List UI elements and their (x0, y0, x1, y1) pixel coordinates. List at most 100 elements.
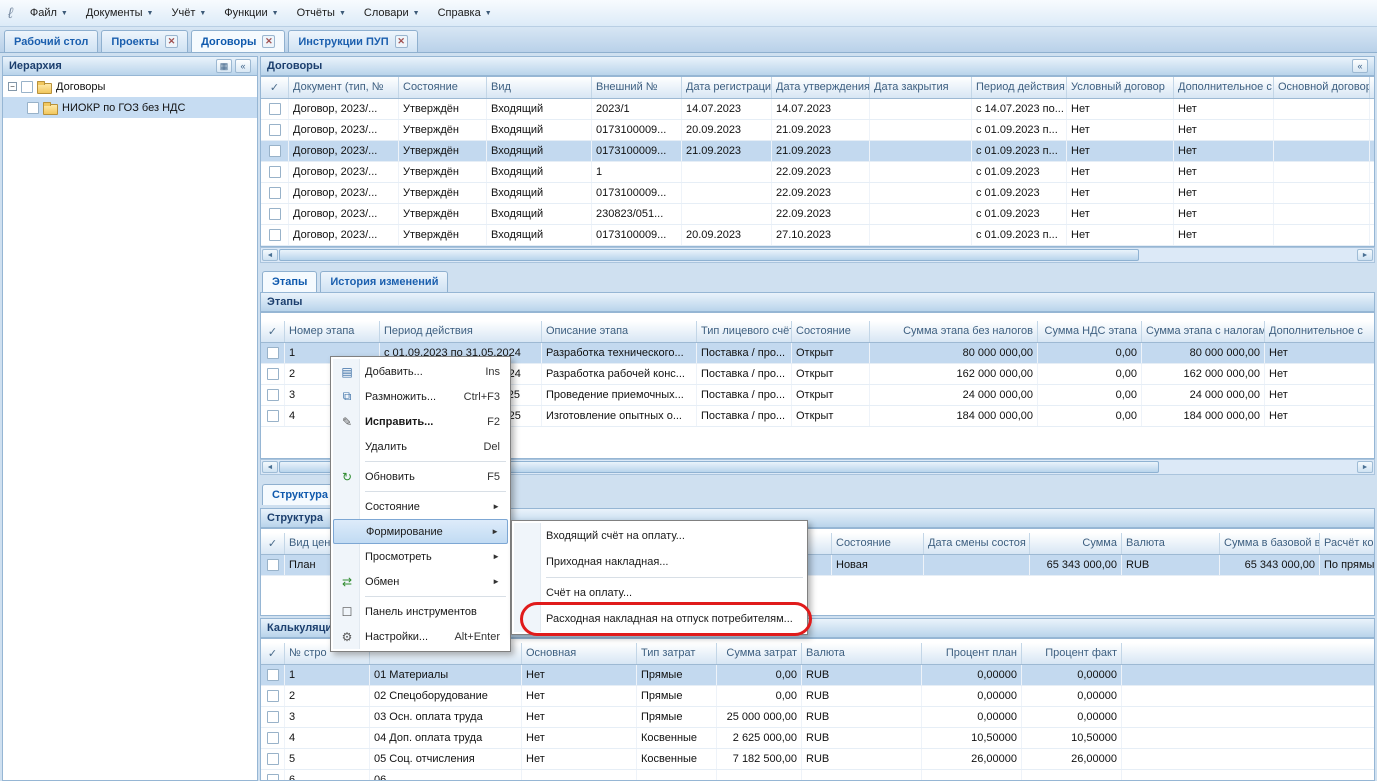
select-all-column-header[interactable]: ✓ (261, 321, 285, 342)
column-header[interactable]: Сумма затрат (717, 643, 802, 664)
table-row[interactable]: 303 Осн. оплата трудаНетПрямые25 000 000… (261, 707, 1374, 728)
column-header[interactable]: Дополнительное с (1174, 77, 1274, 98)
table-row[interactable]: Договор, 2023/...УтверждёнВходящий017310… (261, 183, 1374, 204)
close-tab-icon[interactable]: ✕ (395, 35, 408, 48)
menu-file[interactable]: Файл▼ (21, 3, 77, 23)
table-row[interactable]: 101 МатериалыНетПрямые0,00RUB0,000000,00… (261, 665, 1374, 686)
column-header[interactable]: Вид (487, 77, 592, 98)
column-header[interactable]: Расчёт ко (1320, 533, 1374, 554)
menu-reports[interactable]: Отчёты▼ (288, 3, 355, 23)
menu-dictionaries[interactable]: Словари▼ (355, 3, 429, 23)
row-checkbox[interactable] (261, 749, 285, 769)
checkbox-icon[interactable] (21, 81, 33, 93)
row-checkbox[interactable] (261, 728, 285, 748)
column-header[interactable]: Дата смены состоя (924, 533, 1030, 554)
tree-collapse-icon[interactable]: − (8, 82, 17, 91)
column-header[interactable]: Внешний № (592, 77, 682, 98)
column-header[interactable]: Сумма в базовой в (1220, 533, 1320, 554)
row-checkbox[interactable] (261, 555, 285, 575)
menu-item-add[interactable]: ▤Добавить...Ins (333, 359, 508, 384)
column-header[interactable]: Основная (522, 643, 637, 664)
table-row[interactable]: Договор, 2023/...УтверждёнВходящий017310… (261, 225, 1374, 246)
column-header[interactable]: Документ (тип, № (289, 77, 399, 98)
table-row[interactable]: Договор, 2023/...УтверждёнВходящий017310… (261, 120, 1374, 141)
column-header[interactable]: Валюта (802, 643, 922, 664)
column-header[interactable]: Дополнительное с (1265, 321, 1374, 342)
row-checkbox[interactable] (261, 343, 285, 363)
menu-item-incoming-invoice[interactable]: Входящий счёт на оплату... (514, 523, 805, 549)
column-header[interactable]: Процент план (922, 643, 1022, 664)
scroll-left-icon[interactable]: ◄ (262, 461, 278, 473)
column-header[interactable]: Условный договор (1067, 77, 1174, 98)
checkbox-icon[interactable] (27, 102, 39, 114)
column-header[interactable]: Тип затрат (637, 643, 717, 664)
column-header[interactable] (1122, 643, 1374, 664)
row-checkbox[interactable] (261, 183, 289, 203)
column-header[interactable]: Сумма этапа без налогов (870, 321, 1038, 342)
collapse-panel-icon[interactable]: « (235, 59, 251, 73)
column-header[interactable]: Дата утверждения (772, 77, 870, 98)
row-checkbox[interactable] (261, 707, 285, 727)
column-header[interactable]: Состояние (832, 533, 924, 554)
menu-item-settings[interactable]: ⚙Настройки...Alt+Enter (333, 624, 508, 649)
tree-item-niokr[interactable]: НИОКР по ГОЗ без НДС (3, 97, 257, 118)
table-row[interactable]: 606 (261, 770, 1374, 781)
column-header[interactable]: Дата регистрации (682, 77, 772, 98)
column-header[interactable]: Валюта (1122, 533, 1220, 554)
tab-change-history[interactable]: История изменений (320, 271, 448, 292)
collapse-panel-icon[interactable]: « (1352, 59, 1368, 73)
scroll-right-icon[interactable]: ► (1357, 249, 1373, 261)
tab-structure[interactable]: Структура (262, 484, 338, 505)
tab-contracts[interactable]: Договоры✕ (191, 30, 285, 52)
menu-item-refresh[interactable]: ↻ОбновитьF5 (333, 464, 508, 489)
column-header[interactable]: Состояние (792, 321, 870, 342)
column-header[interactable]: Сумма НДС этапа (1038, 321, 1142, 342)
row-checkbox[interactable] (261, 204, 289, 224)
tab-desktop[interactable]: Рабочий стол (4, 30, 98, 52)
row-checkbox[interactable] (261, 99, 289, 119)
row-checkbox[interactable] (261, 364, 285, 384)
table-row[interactable]: 202 СпецоборудованиеНетПрямые0,00RUB0,00… (261, 686, 1374, 707)
tree-item-contracts[interactable]: − Договоры (3, 76, 257, 97)
column-header[interactable]: Сумма (1030, 533, 1122, 554)
scrollbar-thumb[interactable] (279, 249, 1139, 261)
select-all-column-header[interactable]: ✓ (261, 77, 289, 98)
tab-stages[interactable]: Этапы (262, 271, 317, 292)
column-header[interactable] (1370, 77, 1375, 98)
row-checkbox[interactable] (261, 162, 289, 182)
row-checkbox[interactable] (261, 770, 285, 781)
table-row[interactable]: Договор, 2023/...УтверждёнВходящий2023/1… (261, 99, 1374, 120)
column-header[interactable]: Состояние (399, 77, 487, 98)
row-checkbox[interactable] (261, 406, 285, 426)
menu-accounting[interactable]: Учёт▼ (162, 3, 215, 23)
scroll-right-icon[interactable]: ► (1357, 461, 1373, 473)
column-header[interactable]: Процент факт (1022, 643, 1122, 664)
table-row[interactable]: Договор, 2023/...УтверждёнВходящий017310… (261, 141, 1374, 162)
menu-documents[interactable]: Документы▼ (77, 3, 163, 23)
select-all-column-header[interactable]: ✓ (261, 643, 285, 664)
column-header[interactable]: Период действия (380, 321, 542, 342)
row-checkbox[interactable] (261, 120, 289, 140)
menu-item-view[interactable]: Просмотреть► (333, 544, 508, 569)
menu-item-formation[interactable]: Формирование► (333, 519, 508, 544)
scroll-left-icon[interactable]: ◄ (262, 249, 278, 261)
tab-pup-instructions[interactable]: Инструкции ПУП✕ (288, 30, 417, 52)
row-checkbox[interactable] (261, 385, 285, 405)
menu-item-receipt-note[interactable]: Приходная накладная... (514, 549, 805, 575)
menu-item-duplicate[interactable]: ⧉Размножить...Ctrl+F3 (333, 384, 508, 409)
column-header[interactable]: Сумма этапа с налогами (1142, 321, 1265, 342)
row-checkbox[interactable] (261, 141, 289, 161)
column-header[interactable]: Описание этапа (542, 321, 697, 342)
menu-item-exchange[interactable]: ⇄Обмен► (333, 569, 508, 594)
tab-projects[interactable]: Проекты✕ (101, 30, 188, 52)
menu-item-state[interactable]: Состояние► (333, 494, 508, 519)
table-row[interactable]: Договор, 2023/...УтверждёнВходящий230823… (261, 204, 1374, 225)
column-header[interactable]: Период действия (972, 77, 1067, 98)
select-all-column-header[interactable]: ✓ (261, 533, 285, 554)
table-row[interactable]: 404 Доп. оплата трудаНетКосвенные2 625 0… (261, 728, 1374, 749)
row-checkbox[interactable] (261, 686, 285, 706)
column-header[interactable]: Номер этапа (285, 321, 380, 342)
contracts-horizontal-scrollbar[interactable]: ◄ ► (260, 247, 1375, 263)
menu-item-outgoing-delivery-note[interactable]: Расходная накладная на отпуск потребител… (514, 606, 805, 632)
table-row[interactable]: Договор, 2023/...УтверждёнВходящий122.09… (261, 162, 1374, 183)
